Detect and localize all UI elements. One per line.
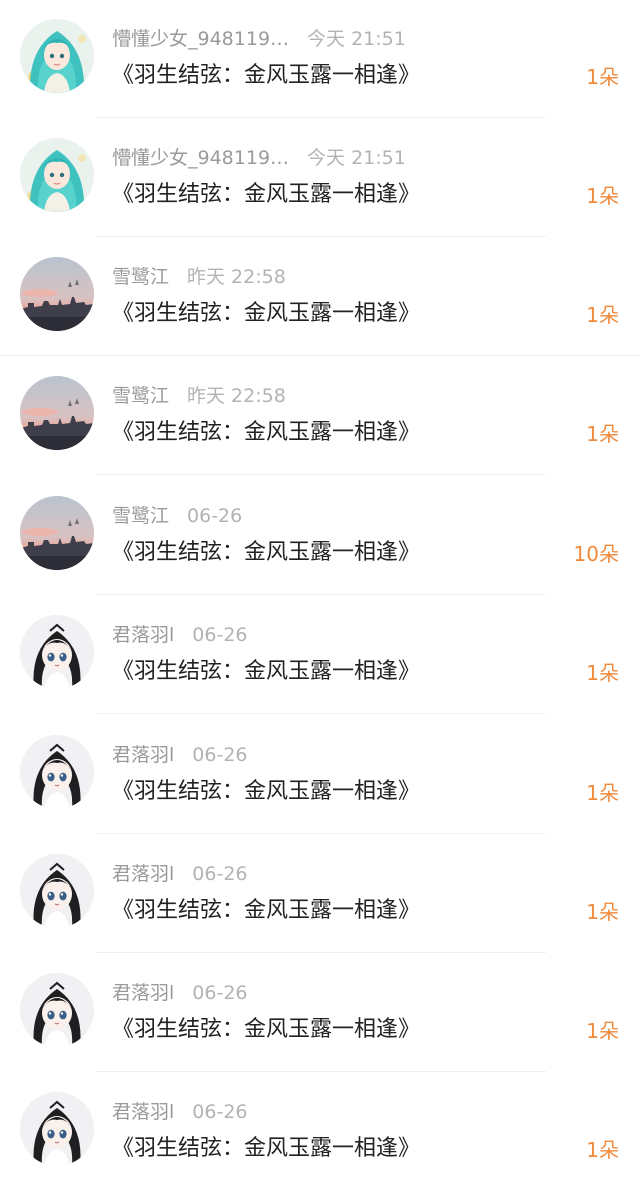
timestamp: 06-26 [192, 624, 248, 646]
item-meta: 君落羽l 06-26 [112, 980, 248, 1006]
list-item[interactable]: 君落羽l 06-26 《羽生结弦：金风玉露一相逢》 1朵 [0, 596, 640, 715]
user-name[interactable]: 君落羽l [112, 980, 174, 1006]
flower-count: 1朵 [586, 422, 619, 446]
divider [96, 474, 546, 475]
user-name[interactable]: 懵懂少女_948119… [112, 26, 289, 52]
list-item[interactable]: 懵懂少女_948119… 今天 21:51 《羽生结弦：金风玉露一相逢》 1朵 [0, 0, 640, 119]
divider [96, 594, 546, 595]
item-meta: 雪鹭江 06-26 [112, 503, 242, 529]
list-item[interactable]: 雪鹭江 06-26 《羽生结弦：金风玉露一相逢》 10朵 [0, 477, 640, 596]
flower-count: 1朵 [586, 781, 619, 805]
timestamp: 今天 21:51 [307, 28, 406, 50]
divider [96, 236, 546, 237]
item-meta: 君落羽l 06-26 [112, 622, 248, 648]
user-name[interactable]: 雪鹭江 [112, 503, 169, 529]
user-name[interactable]: 懵懂少女_948119… [112, 145, 289, 171]
timestamp: 今天 21:51 [307, 147, 406, 169]
list-item[interactable]: 君落羽l 06-26 《羽生结弦：金风玉露一相逢》 1朵 [0, 835, 640, 954]
item-meta: 雪鹭江 昨天 22:58 [112, 264, 286, 290]
avatar[interactable] [20, 615, 94, 689]
work-title[interactable]: 《羽生结弦：金风玉露一相逢》 [112, 776, 420, 808]
work-title[interactable]: 《羽生结弦：金风玉露一相逢》 [112, 1133, 420, 1165]
item-meta: 雪鹭江 昨天 22:58 [112, 383, 286, 409]
list-item[interactable]: 雪鹭江 昨天 22:58 《羽生结弦：金风玉露一相逢》 1朵 [0, 357, 640, 476]
user-name[interactable]: 君落羽l [112, 622, 174, 648]
work-title[interactable]: 《羽生结弦：金风玉露一相逢》 [112, 60, 420, 92]
list-item[interactable]: 君落羽l 06-26 《羽生结弦：金风玉露一相逢》 1朵 [0, 954, 640, 1073]
user-name[interactable]: 君落羽l [112, 742, 174, 768]
list-item[interactable]: 君落羽l 06-26 《羽生结弦：金风玉露一相逢》 1朵 [0, 1073, 640, 1192]
list-item[interactable]: 君落羽l 06-26 《羽生结弦：金风玉露一相逢》 1朵 [0, 716, 640, 835]
flower-count: 1朵 [586, 184, 619, 208]
avatar[interactable] [20, 973, 94, 1047]
item-meta: 君落羽l 06-26 [112, 861, 248, 887]
avatar[interactable] [20, 854, 94, 928]
divider [96, 713, 546, 714]
divider [96, 117, 546, 118]
timestamp: 06-26 [187, 505, 243, 527]
avatar[interactable] [20, 257, 94, 331]
divider [96, 833, 546, 834]
flower-count: 1朵 [586, 900, 619, 924]
item-meta: 懵懂少女_948119… 今天 21:51 [112, 145, 406, 171]
timestamp: 06-26 [192, 863, 248, 885]
item-meta: 君落羽l 06-26 [112, 742, 248, 768]
avatar[interactable] [20, 1092, 94, 1166]
work-title[interactable]: 《羽生结弦：金风玉露一相逢》 [112, 1014, 420, 1046]
avatar[interactable] [20, 138, 94, 212]
user-name[interactable]: 雪鹭江 [112, 264, 169, 290]
flower-count: 1朵 [586, 1138, 619, 1162]
flower-count: 10朵 [573, 542, 619, 566]
divider [96, 952, 546, 953]
user-name[interactable]: 君落羽l [112, 1099, 174, 1125]
user-name[interactable]: 君落羽l [112, 861, 174, 887]
avatar[interactable] [20, 376, 94, 450]
flower-count: 1朵 [586, 303, 619, 327]
flower-count: 1朵 [586, 661, 619, 685]
divider [96, 1071, 546, 1072]
work-title[interactable]: 《羽生结弦：金风玉露一相逢》 [112, 298, 420, 330]
timestamp: 昨天 22:58 [187, 385, 286, 407]
work-title[interactable]: 《羽生结弦：金风玉露一相逢》 [112, 656, 420, 688]
flower-count: 1朵 [586, 1019, 619, 1043]
list-item[interactable]: 懵懂少女_948119… 今天 21:51 《羽生结弦：金风玉露一相逢》 1朵 [0, 119, 640, 238]
timestamp: 06-26 [192, 1101, 248, 1123]
flower-count: 1朵 [586, 65, 619, 89]
item-meta: 君落羽l 06-26 [112, 1099, 248, 1125]
work-title[interactable]: 《羽生结弦：金风玉露一相逢》 [112, 417, 420, 449]
avatar[interactable] [20, 496, 94, 570]
timestamp: 06-26 [192, 982, 248, 1004]
user-name[interactable]: 雪鹭江 [112, 383, 169, 409]
list-item[interactable]: 雪鹭江 昨天 22:58 《羽生结弦：金风玉露一相逢》 1朵 [0, 238, 640, 357]
avatar[interactable] [20, 735, 94, 809]
timestamp: 06-26 [192, 744, 248, 766]
work-title[interactable]: 《羽生结弦：金风玉露一相逢》 [112, 179, 420, 211]
work-title[interactable]: 《羽生结弦：金风玉露一相逢》 [112, 895, 420, 927]
timestamp: 昨天 22:58 [187, 266, 286, 288]
divider [0, 355, 640, 356]
avatar[interactable] [20, 19, 94, 93]
work-title[interactable]: 《羽生结弦：金风玉露一相逢》 [112, 537, 420, 569]
item-meta: 懵懂少女_948119… 今天 21:51 [112, 26, 406, 52]
gift-record-list: 懵懂少女_948119… 今天 21:51 《羽生结弦：金风玉露一相逢》 1朵 懵懂少… [0, 0, 640, 1190]
